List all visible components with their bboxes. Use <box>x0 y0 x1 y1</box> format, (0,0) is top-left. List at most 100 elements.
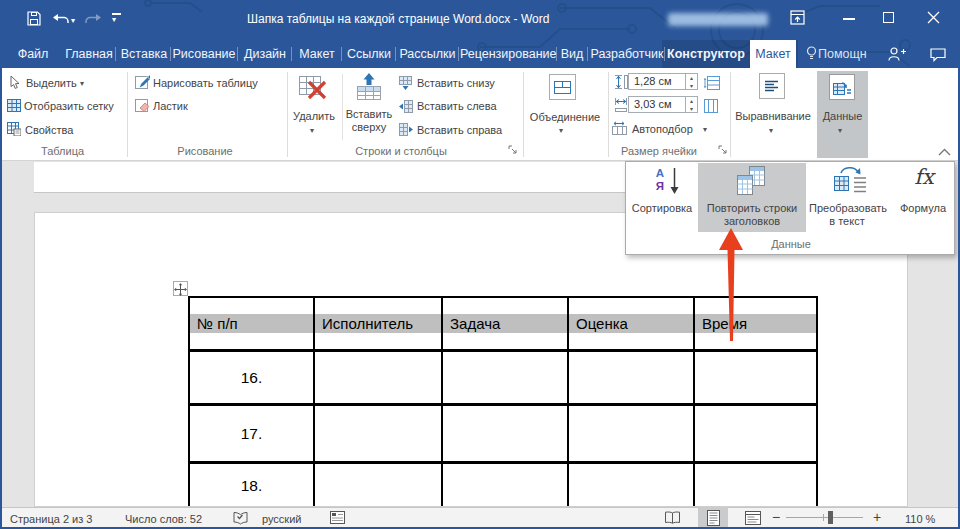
column-width-spinner[interactable]: ▴▾ <box>685 97 697 112</box>
row-number-cell[interactable]: 18. <box>190 463 313 507</box>
merge-button[interactable]: Объединение <box>525 111 605 124</box>
page-2: № п/п Исполнитель Задача Оценка Время 16… <box>34 212 908 507</box>
header-cell-selected[interactable]: Исполнитель <box>315 314 441 333</box>
zoom-slider-thumb[interactable] <box>828 511 833 524</box>
window-title: Шапка таблицы на каждой странице Word.do… <box>247 12 549 26</box>
minimize-button[interactable] <box>843 18 855 20</box>
tab-view[interactable]: Вид <box>556 40 588 68</box>
table-properties-button[interactable]: Свойства <box>25 124 73 137</box>
collapse-ribbon-icon[interactable] <box>938 148 951 156</box>
tab-separator <box>341 47 342 61</box>
tab-table-layout-selected[interactable]: Макет <box>750 40 796 68</box>
tab-draw[interactable]: Рисование <box>172 40 236 68</box>
formula-icon: fx <box>904 165 944 189</box>
draw-table-button[interactable]: Нарисовать таблицу <box>153 77 258 90</box>
row-number-cell[interactable]: 17. <box>190 406 313 461</box>
insert-below-button[interactable]: Вставить снизу <box>417 77 495 90</box>
tab-references[interactable]: Ссылки <box>343 40 395 68</box>
comment-icon[interactable] <box>930 48 946 62</box>
tab-separator <box>291 47 292 61</box>
person-add-icon[interactable] <box>888 47 906 62</box>
zoom-slider-track[interactable] <box>786 517 863 518</box>
formula-button[interactable]: Формула <box>886 202 960 215</box>
header-text: Оценка <box>569 314 693 333</box>
group-label-draw: Рисование <box>160 145 250 157</box>
insert-right-button[interactable]: Вставить справа <box>417 124 502 137</box>
zoom-slider-notch <box>823 514 824 521</box>
autofit-button[interactable]: Автоподбор <box>632 123 693 136</box>
word-count[interactable]: Число слов: 52 <box>125 513 202 526</box>
zoom-in-button[interactable]: + <box>871 509 883 525</box>
tab-file[interactable]: Файл <box>10 40 56 68</box>
view-gridlines-icon <box>7 99 21 112</box>
column-width-icon <box>614 97 628 113</box>
alignment-caret[interactable]: ▾ <box>769 127 773 135</box>
select-caret[interactable]: ▾ <box>80 80 84 88</box>
lightbulb-icon[interactable] <box>806 46 817 62</box>
row-height-spinner[interactable]: ▴▾ <box>685 74 697 89</box>
zoom-level[interactable]: 110 % <box>905 513 935 526</box>
undo-menu-caret[interactable]: ▾ <box>71 17 75 25</box>
alignment-button[interactable]: Выравнивание <box>731 110 815 123</box>
tab-mailings[interactable]: Рассылки <box>397 40 458 68</box>
qat-customize-caret[interactable]: ▾ <box>112 16 116 24</box>
tab-review[interactable]: Рецензирование <box>460 40 556 68</box>
row-height-input[interactable]: 1,28 см ▴▾ <box>628 73 698 90</box>
distribute-rows-icon <box>704 76 720 90</box>
tab-home[interactable]: Главная <box>64 40 114 68</box>
language-indicator[interactable]: русский <box>262 513 301 526</box>
column-width-input[interactable]: 3,03 см ▴▾ <box>628 96 698 113</box>
header-text: № п/п <box>190 314 313 333</box>
proofing-icon[interactable] <box>233 511 249 525</box>
delete-button[interactable]: Удалить <box>291 110 337 123</box>
header-cell-selected[interactable]: Оценка <box>569 314 693 333</box>
group-divider <box>523 72 524 157</box>
group-label-table: Таблица <box>20 145 105 157</box>
delete-table-icon <box>299 74 327 100</box>
tab-insert[interactable]: Вставка <box>118 40 170 68</box>
row-number-cell[interactable]: 16. <box>190 352 313 403</box>
merge-caret[interactable]: ▾ <box>559 127 563 135</box>
table-properties-icon <box>7 122 21 136</box>
maximize-button[interactable] <box>883 12 894 23</box>
tab-help[interactable]: Помощн <box>818 40 868 68</box>
header-text: Задача <box>443 314 567 333</box>
tab-constructor[interactable]: Конструктор <box>666 40 746 68</box>
table-move-handle[interactable] <box>173 281 188 296</box>
insert-right-icon <box>399 123 413 137</box>
insert-left-icon <box>399 100 413 114</box>
header-cell-selected[interactable]: № п/п <box>190 314 313 333</box>
keyboard-icon[interactable] <box>330 511 345 524</box>
autofit-caret[interactable]: ▾ <box>703 126 707 134</box>
save-icon[interactable] <box>27 11 41 26</box>
data-flyout-panel: А Я Сортировка Повторить строки заголовк… <box>625 161 955 255</box>
view-gridlines-button[interactable]: Отобразить сетку <box>24 100 114 113</box>
ribbon-display-options-icon[interactable] <box>790 10 806 26</box>
page-indicator[interactable]: Страница 2 из 3 <box>10 513 92 526</box>
window-border-left <box>0 68 2 529</box>
dialog-launcher-icon[interactable] <box>718 145 728 155</box>
undo-icon[interactable] <box>52 13 69 25</box>
delete-caret[interactable]: ▾ <box>310 127 314 135</box>
group-divider <box>127 72 128 157</box>
web-layout-icon[interactable] <box>745 511 761 525</box>
tab-developer[interactable]: Разработчик <box>589 40 665 68</box>
select-button[interactable]: Выделить <box>26 77 77 90</box>
header-cell-selected[interactable]: Задача <box>443 314 567 333</box>
read-mode-icon[interactable] <box>664 511 681 525</box>
redo-icon[interactable] <box>85 13 102 25</box>
dialog-launcher-icon[interactable] <box>508 145 518 155</box>
tab-layout[interactable]: Макет <box>293 40 341 68</box>
convert-to-text-button[interactable]: Преобразовать в текст <box>809 202 885 228</box>
column-width-value: 3,03 см <box>634 98 672 110</box>
tab-separator <box>664 47 665 61</box>
close-button[interactable] <box>927 11 940 24</box>
zoom-out-button[interactable]: − <box>770 509 782 525</box>
tab-design[interactable]: Дизайн <box>239 40 291 68</box>
insert-above-button[interactable]: Вставить сверху <box>340 108 398 134</box>
insert-left-button[interactable]: Вставить слева <box>417 100 497 113</box>
sort-glyph-ya: Я <box>652 180 668 193</box>
move-arrows-icon <box>174 283 187 296</box>
row-height-value: 1,28 см <box>634 75 672 87</box>
eraser-button[interactable]: Ластик <box>153 100 188 113</box>
